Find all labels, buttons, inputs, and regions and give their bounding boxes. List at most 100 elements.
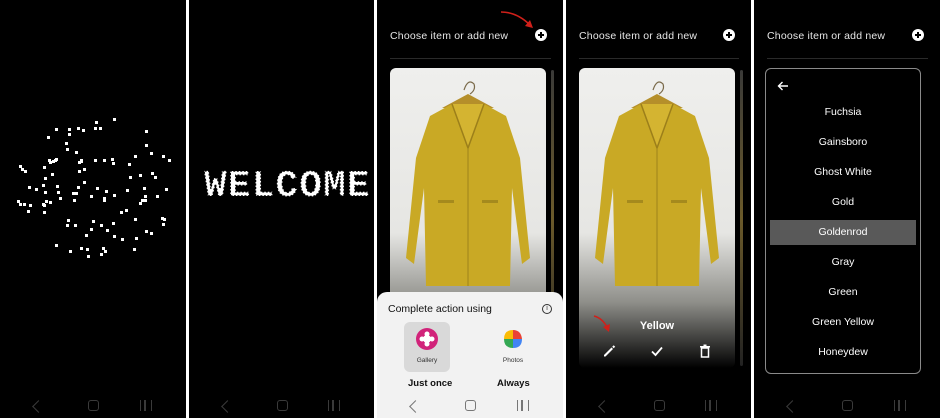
particle-dot [164,188,168,192]
nav-home-icon[interactable] [653,400,665,411]
particle-dot [168,158,172,162]
gallery-icon [416,328,438,350]
particle-dot [105,229,109,233]
delete-icon[interactable] [697,343,713,359]
color-option-selected[interactable]: Goldenrod [770,220,916,245]
color-option[interactable]: Green Yellow [770,310,916,335]
gallery-option[interactable]: Gallery [404,322,450,372]
particle-dot [77,127,81,130]
particle-dot [102,197,106,201]
nav-recents-icon[interactable] [517,400,529,411]
nav-recents-icon[interactable] [894,400,906,411]
particle-dot [133,218,137,221]
particle-dot [145,230,149,234]
particle-dot [133,247,137,251]
particle-dot [93,127,97,131]
screen-title: Choose item or add new [390,30,509,42]
nav-home-icon[interactable] [88,400,99,411]
particle-dot [86,247,90,251]
particle-dot [68,128,72,132]
add-new-button[interactable] [912,29,924,41]
photos-label: Photos [502,357,524,364]
particle-dot [51,172,54,176]
check-icon[interactable] [649,343,665,359]
always-button[interactable]: Always [497,378,530,389]
nav-home-icon[interactable] [276,400,288,411]
system-nav-bar [566,396,751,418]
color-option[interactable]: Gray [770,250,916,275]
color-option[interactable]: Green [770,280,916,305]
particle-dot [89,227,93,231]
nav-home-icon[interactable] [465,400,476,411]
particle-dot [82,168,86,172]
particle-dot [44,199,48,203]
particle-dot [66,223,70,227]
divider [767,58,928,59]
add-new-button[interactable] [723,29,735,41]
welcome-dot-text: WELCOME [203,164,371,208]
system-nav-bar [754,396,940,418]
particle-dot [145,143,149,147]
edit-icon[interactable] [601,343,617,359]
nav-back-icon[interactable] [32,400,45,413]
color-option[interactable]: Gold [770,190,916,215]
nav-recents-icon[interactable] [705,400,717,411]
particle-dot [66,148,70,152]
nav-back-icon[interactable] [786,400,799,413]
particle-dot [79,247,83,251]
particle-dot [112,234,116,238]
particle-dot [126,189,130,193]
nav-recents-icon[interactable] [328,400,340,411]
particle-dot [73,198,77,202]
particle-dot [24,169,28,173]
system-nav-bar [377,396,563,418]
annotation-arrow [593,315,610,332]
particle-dot [75,151,78,155]
particle-dot [74,192,78,196]
color-list-popup: Fuchsia Gainsboro Ghost White Gold Golde… [765,68,921,374]
nav-back-icon[interactable] [221,400,234,413]
particle-dot [138,201,142,205]
particle-dot [128,176,132,180]
particle-dot [56,185,60,189]
particle-dot [149,152,153,156]
particle-dot [98,126,102,130]
back-arrow-icon[interactable] [776,79,790,93]
particle-dot [112,118,116,121]
particle-dot [135,237,138,240]
photos-option[interactable]: Photos [490,322,536,372]
particle-dot [23,203,27,207]
particle-dot [161,155,165,159]
nav-back-icon[interactable] [598,400,611,413]
particle-dot [49,201,53,205]
particle-dot [84,234,88,238]
nav-back-icon[interactable] [409,400,422,413]
particle-dot [41,184,45,188]
top-bar: Choose item or add new [767,27,928,47]
particle-dot [93,158,97,162]
particle-dot [43,166,47,170]
particle-dot [96,186,100,190]
color-option[interactable]: Gainsboro [770,130,916,155]
particle-dot [44,191,47,195]
particle-dot [80,158,84,162]
particle-dot [81,128,85,132]
info-icon[interactable]: i [542,304,552,314]
particle-dot [27,209,31,213]
just-once-button[interactable]: Just once [408,378,452,389]
particle-dot [27,185,31,189]
particle-dot [144,129,148,133]
color-option[interactable]: Fuchsia [770,100,916,125]
nav-home-icon[interactable] [842,400,853,411]
particle-dot [43,211,47,214]
particle-dot [100,252,104,256]
color-option[interactable]: Honeydew [770,340,916,365]
next-card-peek[interactable] [740,70,743,366]
welcome-text: WELCOME [204,165,371,208]
color-option[interactable]: Ghost White [770,160,916,185]
nav-recents-icon[interactable] [140,400,152,411]
top-bar: Choose item or add new [579,27,739,47]
particle-dot [17,199,21,203]
splash-screen-particles [0,0,186,418]
particle-dot [86,255,90,258]
